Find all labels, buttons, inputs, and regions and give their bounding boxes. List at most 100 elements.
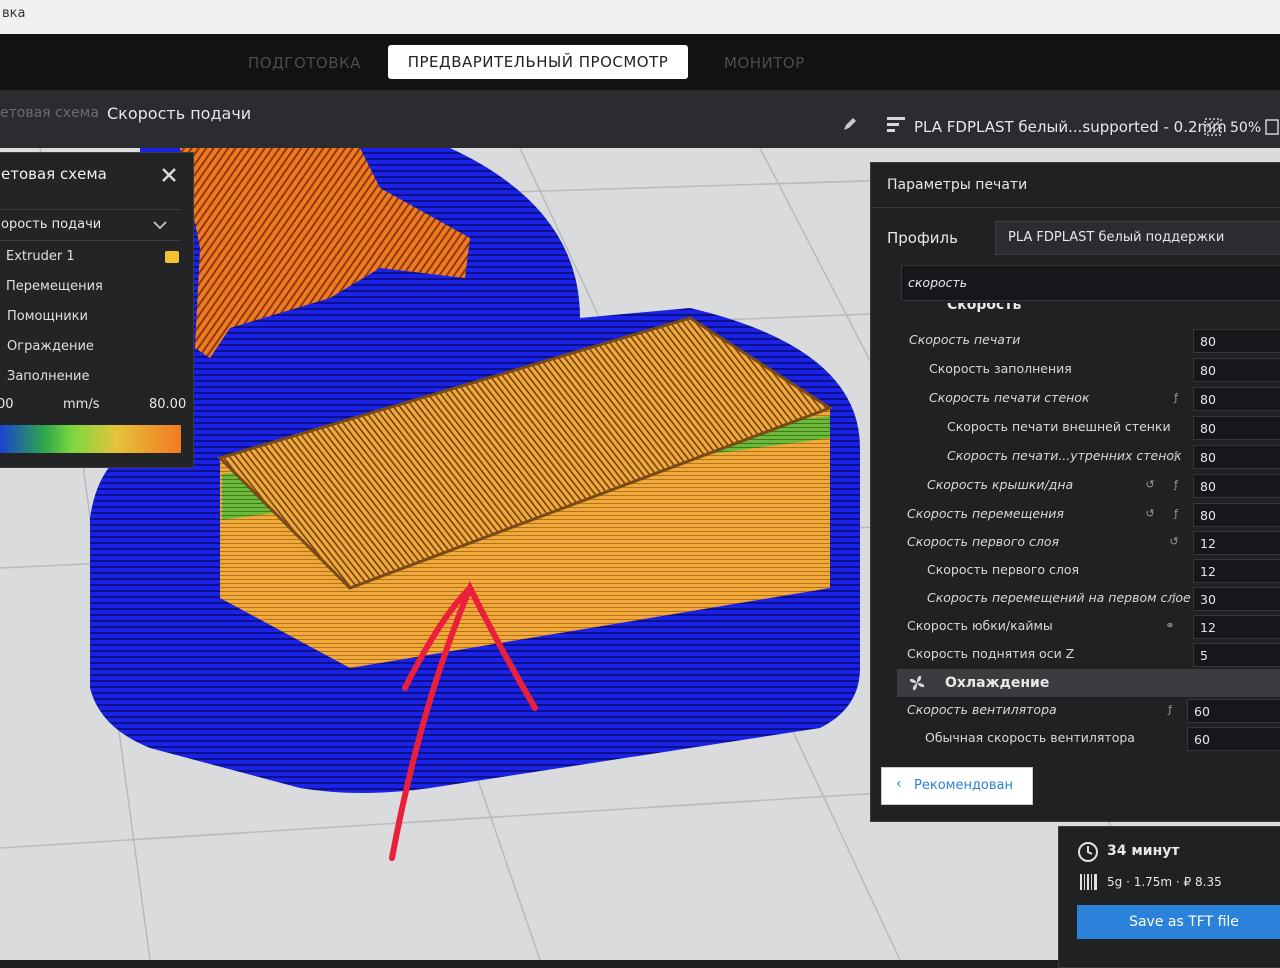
function-icon[interactable]: ƒ [1163, 703, 1177, 717]
reset-icon[interactable]: ↺ [1143, 478, 1157, 492]
setting-value[interactable]: 60 [1187, 727, 1280, 751]
link-icon[interactable]: ⚭ [1163, 619, 1177, 633]
print-settings-title: Параметры печати [887, 177, 1028, 193]
setting-row[interactable]: Скорость вентилятора ƒ 60 [871, 697, 1280, 725]
setting-value[interactable]: 60 [1187, 699, 1280, 723]
color-panel-title: етовая схема [1, 165, 107, 183]
setting-row[interactable]: Скорость перемещений на первом слое ƒ 30 [871, 585, 1280, 613]
tab-prepare[interactable]: ПОДГОТОВКА [248, 46, 360, 80]
setting-value[interactable]: 80 [1193, 358, 1280, 382]
speed-gradient-legend [0, 425, 181, 453]
setting-row[interactable]: Скорость крышки/дна ↺ ƒ 80 [871, 472, 1280, 500]
view-toolbar: етовая схема Скорость подачи PLA FDPLAST… [0, 90, 1280, 148]
setting-row[interactable]: Скорость печати 80 [871, 327, 1280, 355]
print-time: 34 минут [1107, 843, 1180, 859]
spool-icon [1080, 874, 1097, 890]
settings-search-value: скорость [908, 275, 968, 290]
profile-dropdown-value: PLA FDPLAST белый поддержки [1008, 230, 1225, 245]
support-icon [1265, 119, 1279, 135]
chevron-down-icon [153, 221, 167, 230]
section-speed-title: Скорость [947, 303, 1022, 313]
setting-row[interactable]: Скорость первого слоя ↺ 12 [871, 529, 1280, 557]
legend-item-helpers[interactable]: Помощники [7, 309, 88, 324]
setting-value[interactable]: 80 [1193, 416, 1280, 440]
infill-percent: 50% [1230, 120, 1262, 136]
reset-icon[interactable]: ↺ [1167, 535, 1181, 549]
recommended-button-label: Рекомендован [914, 778, 1014, 793]
pencil-icon[interactable] [842, 116, 858, 132]
legend-item-extruder[interactable]: Extruder 1 [6, 249, 75, 264]
legend-min: 00 [0, 397, 14, 412]
setting-row[interactable]: Скорость поднятия оси Z 5 [871, 641, 1280, 669]
function-icon[interactable]: ƒ [1169, 478, 1183, 492]
setting-row[interactable]: Скорость перемещения ↺ ƒ 80 [871, 501, 1280, 529]
setting-value[interactable]: 12 [1193, 615, 1280, 639]
section-speed-header[interactable]: Скорость [901, 303, 1280, 321]
chevron-left-icon: ‹ [896, 776, 902, 792]
legend-max: 80.00 [149, 397, 187, 412]
setting-value[interactable]: 80 [1193, 503, 1280, 527]
setting-value[interactable]: 80 [1193, 445, 1280, 469]
settings-search-input[interactable]: скорость [901, 265, 1280, 301]
window-title: вка [2, 6, 26, 21]
setting-value[interactable]: 80 [1193, 329, 1280, 353]
setting-row[interactable]: Скорость печати внешней стенки 80 [871, 414, 1280, 442]
section-cooling-header[interactable]: Охлаждение [897, 669, 1280, 697]
setting-value[interactable]: 5 [1193, 643, 1280, 667]
legend-item-travel[interactable]: Перемещения [6, 279, 103, 294]
setting-row[interactable]: Скорость заполнения 80 [871, 356, 1280, 384]
legend-unit: mm/s [63, 397, 100, 412]
legend-item-shell[interactable]: Ограждение [7, 339, 94, 354]
stage-tabs-bar: ПОДГОТОВКА ПРЕДВАРИТЕЛЬНЫЙ ПРОСМОТР МОНИ… [0, 34, 1280, 90]
print-estimate-panel: 34 минут 5g · 1.75m · ₽ 8.35 Save as TFT… [1058, 826, 1280, 968]
setting-value[interactable]: 80 [1193, 387, 1280, 411]
infill-icon [1204, 118, 1222, 136]
fan-icon [909, 675, 925, 691]
setting-label: Скорость крышки/дна [927, 477, 1074, 492]
setting-label: Скорость печати...утренних стенок [947, 448, 1182, 463]
setting-label: Обычная скорость вентилятора [925, 730, 1135, 745]
legend-item-infill[interactable]: Заполнение [7, 369, 90, 384]
clock-icon [1078, 842, 1098, 862]
profile-summary[interactable]: PLA FDPLAST белый...supported - 0.2mm [914, 118, 1227, 136]
color-scheme-dropdown[interactable]: орость подачи [0, 209, 181, 241]
function-icon[interactable]: ƒ [1169, 449, 1183, 463]
recommended-button[interactable]: ‹ Рекомендован [881, 767, 1033, 805]
setting-label: Скорость печати стенок [929, 390, 1090, 405]
save-tft-button[interactable]: Save as TFT file [1077, 905, 1280, 939]
tab-monitor[interactable]: МОНИТОР [724, 46, 814, 80]
setting-label: Скорость первого слоя [927, 562, 1080, 577]
tab-preview[interactable]: ПРЕДВАРИТЕЛЬНЫЙ ПРОСМОТР [388, 45, 688, 79]
function-icon[interactable]: ƒ [1169, 391, 1183, 405]
setting-value[interactable]: 12 [1193, 531, 1280, 555]
color-scheme-value[interactable]: Скорость подачи [107, 104, 251, 123]
setting-row[interactable]: Скорость юбки/каймы ⚭ 12 [871, 613, 1280, 641]
color-scheme-panel: етовая схема орость подачи Extruder 1 Пе… [0, 152, 194, 468]
setting-row[interactable]: Скорость печати...утренних стенок ƒ 80 [871, 443, 1280, 471]
setting-row[interactable]: Обычная скорость вентилятора 60 [871, 725, 1280, 753]
setting-label: Скорость первого слоя [907, 534, 1060, 549]
setting-label: Скорость печати [909, 332, 1021, 347]
close-icon[interactable] [161, 167, 177, 183]
profile-dropdown[interactable]: PLA FDPLAST белый поддержки [995, 221, 1280, 255]
print-settings-panel: Параметры печати Профиль PLA FDPLAST бел… [870, 162, 1280, 822]
function-icon[interactable]: ƒ [1169, 507, 1183, 521]
setting-row[interactable]: Скорость печати стенок ƒ 80 [871, 385, 1280, 413]
setting-row[interactable]: Скорость первого слоя 12 [871, 557, 1280, 585]
setting-value[interactable]: 12 [1193, 559, 1280, 583]
section-cooling-title: Охлаждение [945, 675, 1050, 691]
setting-label: Скорость вентилятора [907, 702, 1057, 717]
setting-value[interactable]: 30 [1193, 587, 1280, 611]
color-scheme-label: етовая схема [0, 105, 99, 121]
setting-label: Скорость перемещения [907, 506, 1064, 521]
setting-label: Скорость заполнения [929, 361, 1072, 376]
print-settings-header: Параметры печати [871, 163, 1280, 208]
reset-icon[interactable]: ↺ [1143, 507, 1157, 521]
profile-label: Профиль [887, 229, 958, 247]
setting-label: Скорость печати внешней стенки [947, 419, 1171, 434]
setting-label: Скорость поднятия оси Z [907, 646, 1075, 661]
extruder-color-swatch [165, 251, 179, 263]
function-icon[interactable]: ƒ [1167, 591, 1181, 605]
window-title-bar: вка [0, 0, 1280, 34]
setting-value[interactable]: 80 [1193, 474, 1280, 498]
